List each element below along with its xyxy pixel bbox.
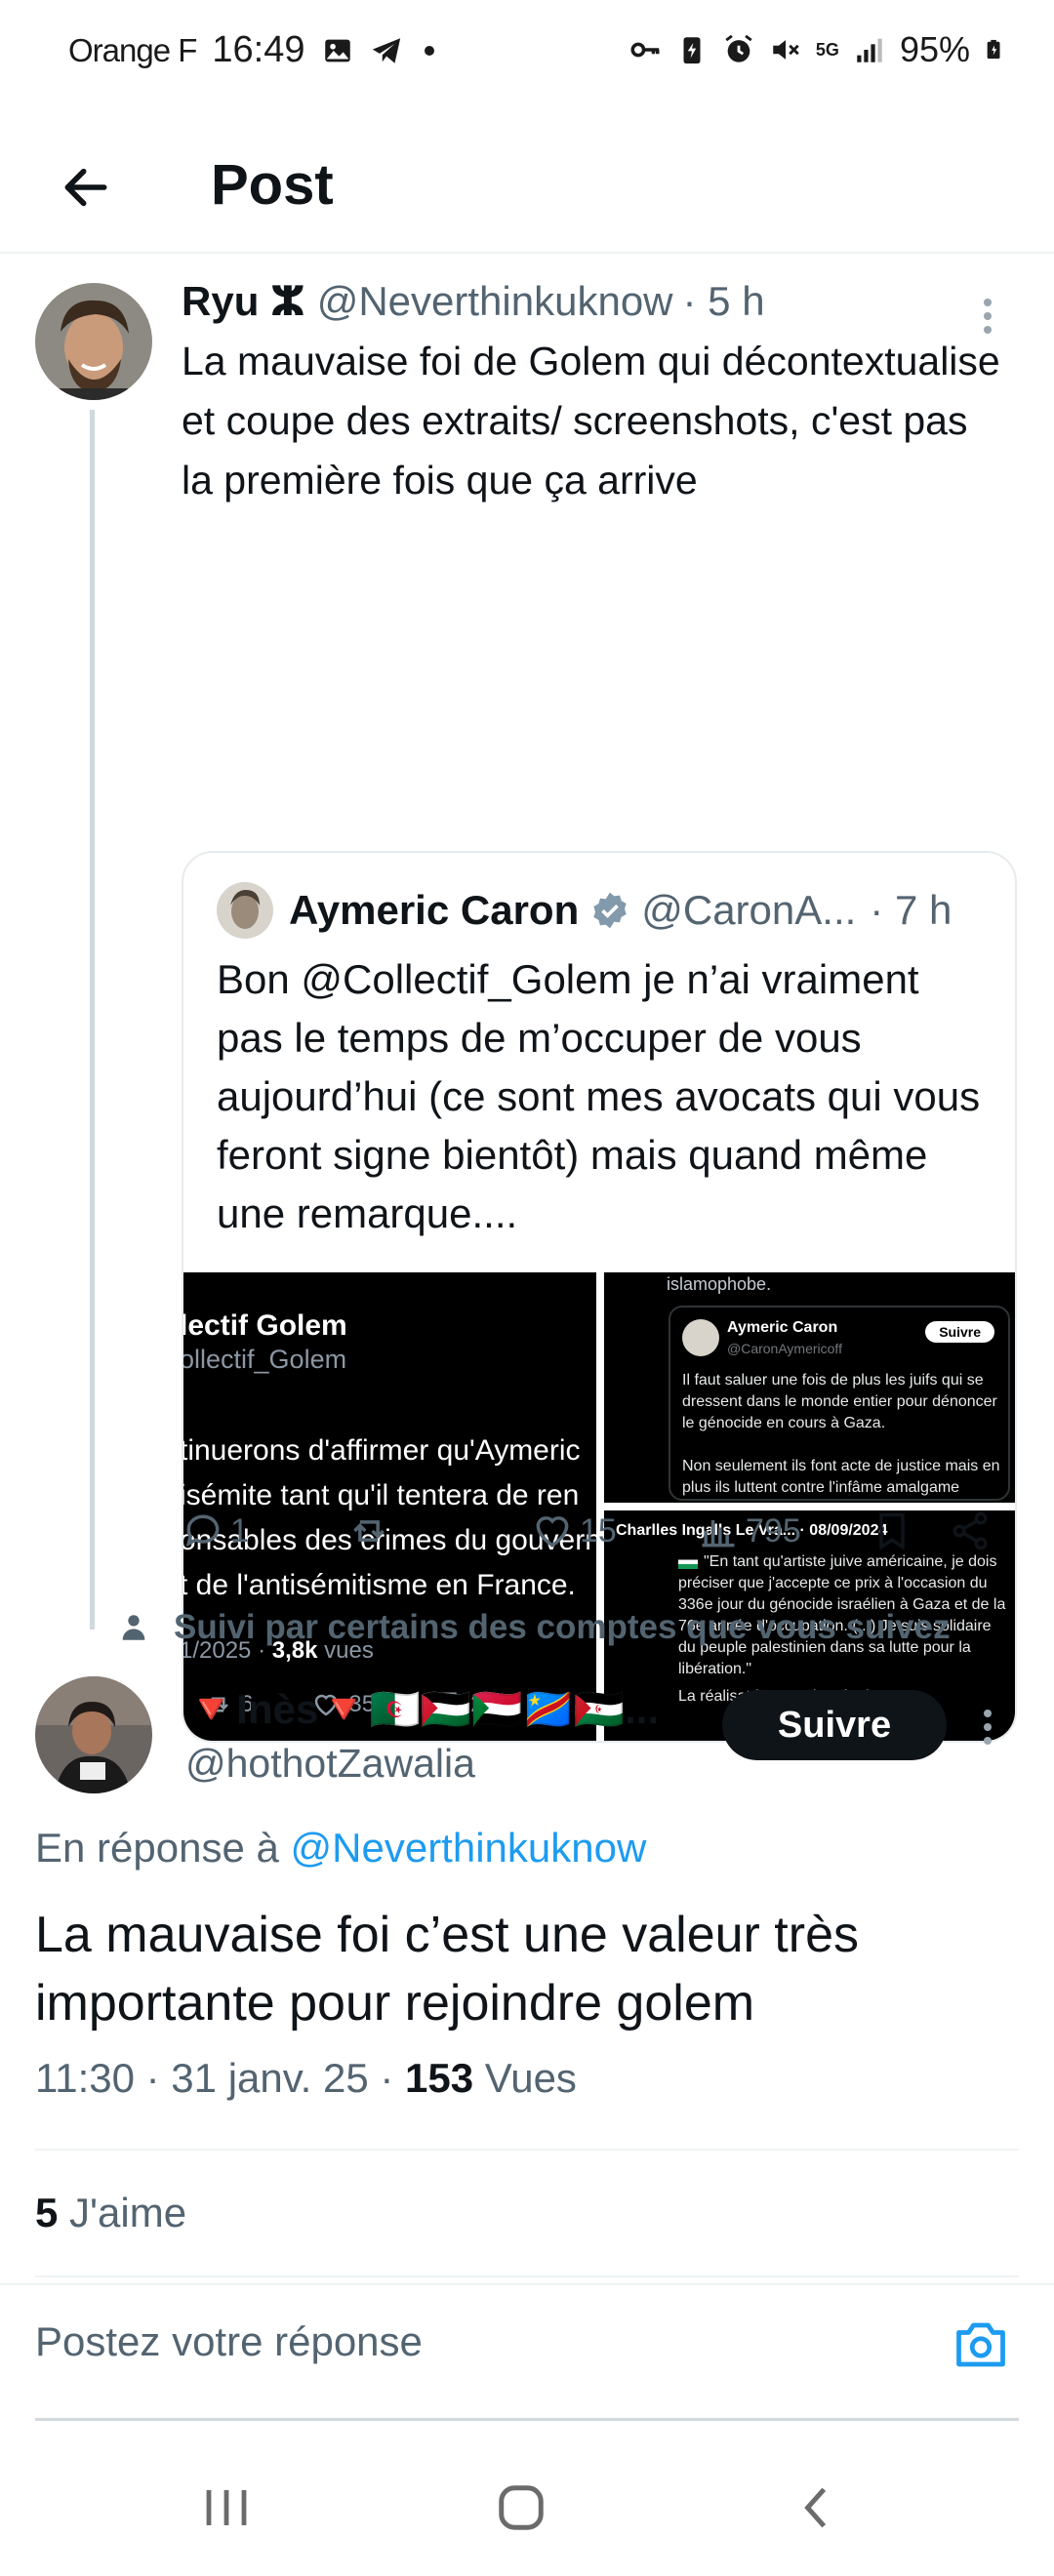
divider bbox=[35, 2149, 1019, 2151]
social-context: Suivi par certains des comptes que vous … bbox=[117, 1608, 951, 1647]
recents-button[interactable] bbox=[178, 2469, 275, 2547]
screenshot-author-handle: @CaronAymericoff bbox=[727, 1341, 842, 1356]
person-icon bbox=[122, 1615, 145, 1640]
post-time: · 5 h bbox=[682, 278, 765, 324]
reply-avatar[interactable] bbox=[35, 1676, 152, 1793]
back-button[interactable] bbox=[47, 148, 125, 226]
quoted-post-header: Aymeric Caron @CaronA... · 7 h bbox=[217, 882, 997, 939]
media-image-2[interactable]: islamophobe. Aymeric Caron @CaronAymeric… bbox=[604, 1272, 1015, 1503]
repost-button[interactable] bbox=[347, 1497, 396, 1565]
bookmark-icon bbox=[879, 1512, 905, 1550]
likes-summary[interactable]: 5 J'aime bbox=[35, 2190, 186, 2236]
vpn-key-icon bbox=[630, 42, 660, 58]
battery-label: 95% bbox=[899, 29, 970, 69]
more-icon bbox=[984, 1710, 992, 1717]
recents-icon bbox=[206, 2490, 247, 2525]
quoted-avatar bbox=[217, 882, 273, 939]
notification-dot-icon bbox=[424, 45, 434, 56]
quoted-post-time: · 7 h bbox=[870, 887, 953, 933]
screenshot-author-name: lectif Golem bbox=[183, 1309, 347, 1342]
reply-button[interactable]: 1 bbox=[182, 1497, 249, 1565]
top-bar: Post bbox=[0, 127, 1054, 254]
page-title: Post bbox=[211, 153, 334, 217]
reply-count: 1 bbox=[230, 1511, 249, 1550]
reply-context: En réponse à @Neverthinkuknow bbox=[35, 1825, 647, 1871]
reply-text: La mauvaise foi c’est une valeur très im… bbox=[35, 1907, 859, 2032]
camera-icon bbox=[956, 2322, 1005, 2367]
screenshot-author-name: Aymeric Caron bbox=[727, 1319, 838, 1336]
views-count: 153 bbox=[405, 2055, 474, 2101]
back-arrow-icon bbox=[64, 168, 107, 207]
views-count: 795 bbox=[746, 1511, 801, 1550]
reply-input[interactable]: Postez votre réponse bbox=[35, 2318, 913, 2365]
like-count: 15 bbox=[580, 1511, 617, 1550]
views-icon bbox=[702, 1520, 735, 1548]
screenshot-text: Il faut saluer une fois de plus les juif… bbox=[682, 1372, 1000, 1496]
system-back-button[interactable] bbox=[769, 2469, 867, 2547]
avatar[interactable] bbox=[35, 283, 152, 400]
reply-author-name[interactable]: 🔻Inès🔻🇩🇿🇵🇸🇸🇩🇨🇩🇪🇭... bbox=[185, 1686, 683, 1734]
views-button[interactable]: 795 bbox=[697, 1497, 801, 1565]
post-text: La mauvaise foi de Golem qui décontextua… bbox=[182, 339, 1000, 503]
alarm-icon bbox=[725, 34, 752, 62]
network-label: 5G bbox=[815, 40, 839, 60]
battery-icon bbox=[987, 39, 1000, 60]
share-button[interactable] bbox=[949, 1497, 992, 1565]
system-nav-bar bbox=[0, 2439, 1054, 2576]
screenshot-top-text: islamophobe. bbox=[667, 1274, 772, 1294]
screenshot-card: Aymeric Caron @CaronAymericoff Suivre Il… bbox=[669, 1306, 1010, 1501]
gallery-icon bbox=[324, 39, 350, 61]
post-header: Ryu ⵣ @Neverthinkuknow · 5 h bbox=[182, 277, 982, 325]
more-icon bbox=[984, 299, 992, 306]
thread-connector bbox=[90, 410, 95, 1630]
camera-button[interactable] bbox=[947, 2311, 1015, 2379]
reply-to-link[interactable]: @Neverthinkuknow bbox=[291, 1825, 647, 1871]
home-icon bbox=[499, 2485, 544, 2530]
verified-icon bbox=[593, 892, 627, 929]
home-button[interactable] bbox=[472, 2469, 570, 2547]
reply-icon bbox=[185, 1514, 220, 1548]
screenshot-avatar bbox=[682, 1319, 719, 1356]
reply-composer: Postez votre réponse bbox=[0, 2283, 1054, 2421]
bookmark-button[interactable] bbox=[871, 1497, 913, 1565]
repost-icon bbox=[353, 1520, 385, 1542]
battery-saver-icon bbox=[683, 37, 701, 64]
more-options-button[interactable] bbox=[968, 1698, 1007, 1756]
clock: 16:49 bbox=[212, 29, 305, 70]
telegram-icon bbox=[372, 37, 400, 63]
share-icon bbox=[953, 1511, 988, 1550]
screenshot-author-handle: ollectif_Golem bbox=[183, 1345, 347, 1374]
mute-icon bbox=[773, 40, 799, 60]
signal-icon bbox=[857, 38, 882, 62]
post-action-bar: 1 15 795 bbox=[182, 1497, 1017, 1565]
social-context-text: Suivi par certains des comptes que vous … bbox=[174, 1608, 951, 1646]
quoted-author-handle: @CaronA... bbox=[641, 887, 857, 933]
carrier-label: Orange F bbox=[68, 31, 197, 68]
reply-author-handle[interactable]: @hothotZawalia bbox=[185, 1741, 475, 1787]
post-meta: 11:30 · 31 janv. 25 · 153 Vues bbox=[35, 2055, 577, 2101]
quoted-author-name: Aymeric Caron bbox=[289, 887, 580, 933]
chevron-left-icon bbox=[804, 2487, 827, 2528]
input-underline bbox=[35, 2418, 1019, 2421]
author-name[interactable]: Ryu ⵣ bbox=[182, 277, 305, 325]
author-handle[interactable]: @Neverthinkuknow bbox=[317, 278, 673, 325]
screenshot-follow-label: Suivre bbox=[925, 1321, 994, 1343]
like-icon bbox=[536, 1516, 569, 1548]
follow-button[interactable]: Suivre bbox=[722, 1690, 947, 1760]
quoted-post-text: Bon @Collectif_Golem je n’ai vraiment pa… bbox=[217, 956, 981, 1236]
divider bbox=[35, 2275, 1019, 2277]
like-button[interactable]: 15 bbox=[531, 1497, 617, 1565]
status-bar: Orange F 16:49 5G 95% bbox=[0, 0, 1054, 107]
